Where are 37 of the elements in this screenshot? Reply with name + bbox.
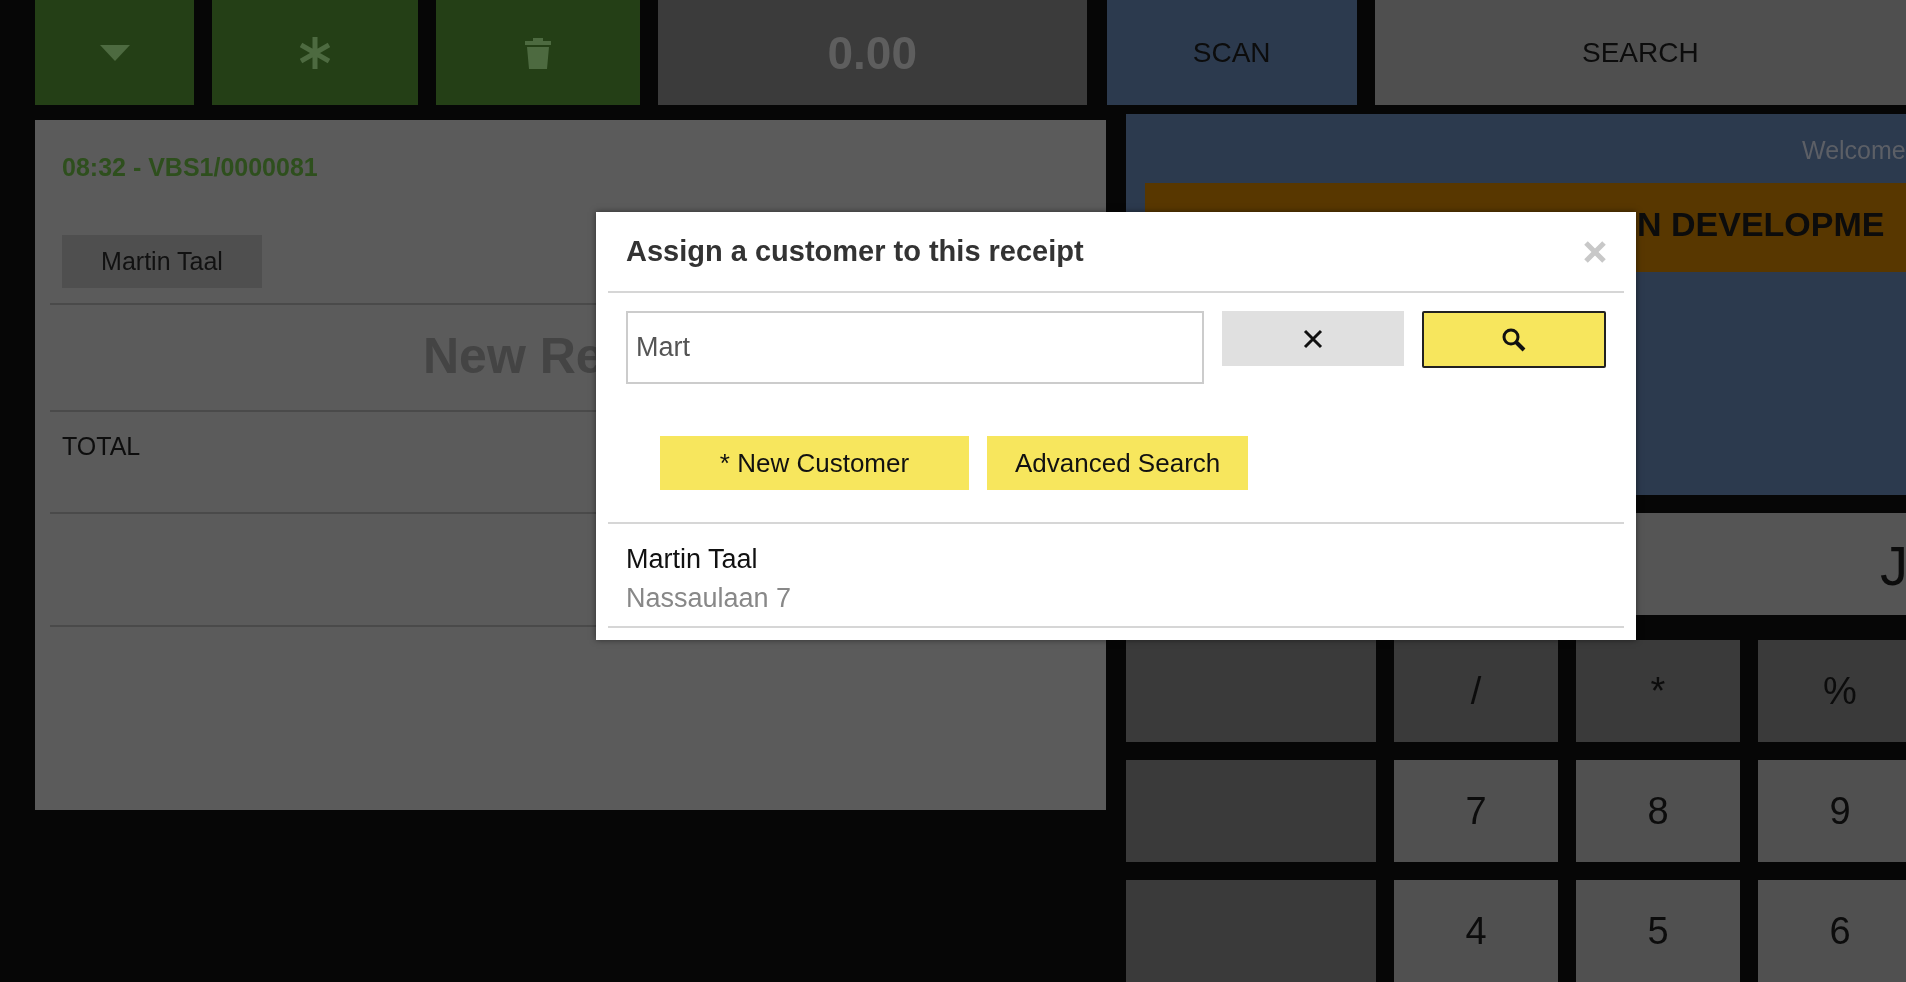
delete-button[interactable] [436,0,640,105]
customer-address: Nassaulaan 7 [626,583,793,614]
digit-key[interactable]: 8 [1576,760,1740,862]
new-customer-button[interactable]: * New Customer [660,436,969,490]
dropdown-button[interactable] [35,0,195,105]
customer-result[interactable]: Martin Taal Nassaulaan 7 [608,524,1624,628]
digit-key[interactable]: 6 [1758,880,1906,982]
operator-key[interactable]: * [1576,640,1740,742]
asterisk-icon [300,36,331,69]
digit-key[interactable]: 9 [1758,760,1906,862]
blank-key[interactable] [1126,760,1376,862]
clear-icon [1303,328,1323,349]
operator-key[interactable]: / [1394,640,1558,742]
asterisk-button[interactable] [212,0,419,105]
search-button[interactable]: SEARCH [1374,0,1906,105]
total-label: TOTAL [62,432,141,460]
advanced-search-button[interactable]: Advanced Search [987,436,1249,490]
trash-icon [524,36,551,69]
blank-key[interactable] [1126,880,1376,982]
clear-button[interactable] [1222,311,1404,366]
search-button[interactable] [1422,311,1606,368]
close-icon[interactable] [1584,240,1606,263]
digit-key[interactable]: 4 [1394,880,1558,982]
customer-search-field[interactable]: Mart [626,311,1204,384]
digit-key[interactable]: 5 [1576,880,1740,982]
blank-key[interactable] [1126,640,1376,742]
digit-key[interactable]: 7 [1394,760,1558,862]
scan-button[interactable]: SCAN [1106,0,1357,105]
dialog-title: Assign a customer to this receipt [626,235,1084,268]
caret-icon [99,44,130,61]
customer-name: Martin Taal [626,544,759,575]
operator-key[interactable]: % [1758,640,1906,742]
display-text: J [1880,533,1906,598]
customer-button[interactable]: Martin Taal [62,235,262,288]
search-icon [1501,326,1527,353]
receipt-number: 08:32 - VBS1/0000081 [62,153,318,181]
banner-text: N DEVELOPME [1637,205,1885,244]
